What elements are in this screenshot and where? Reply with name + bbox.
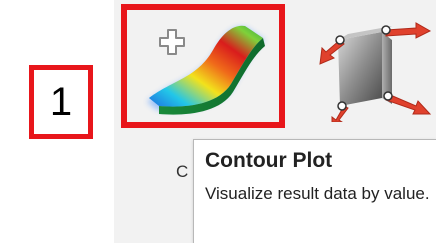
vector-plot-icon: [319, 22, 432, 122]
contour-plot-icon: [147, 25, 265, 115]
tooltip-title: Contour Plot: [205, 149, 333, 172]
step-number-callout: 1: [29, 65, 93, 139]
contour-plot-label: C: [176, 162, 189, 181]
step-number: 1: [49, 79, 73, 124]
contour-plot-button[interactable]: [121, 4, 285, 128]
tooltip: Contour Plot Visualize result data by va…: [193, 139, 436, 243]
vector-plot-button[interactable]: [318, 10, 436, 122]
tooltip-description: Visualize result data by value.: [205, 184, 430, 203]
plus-icon: [159, 29, 185, 55]
